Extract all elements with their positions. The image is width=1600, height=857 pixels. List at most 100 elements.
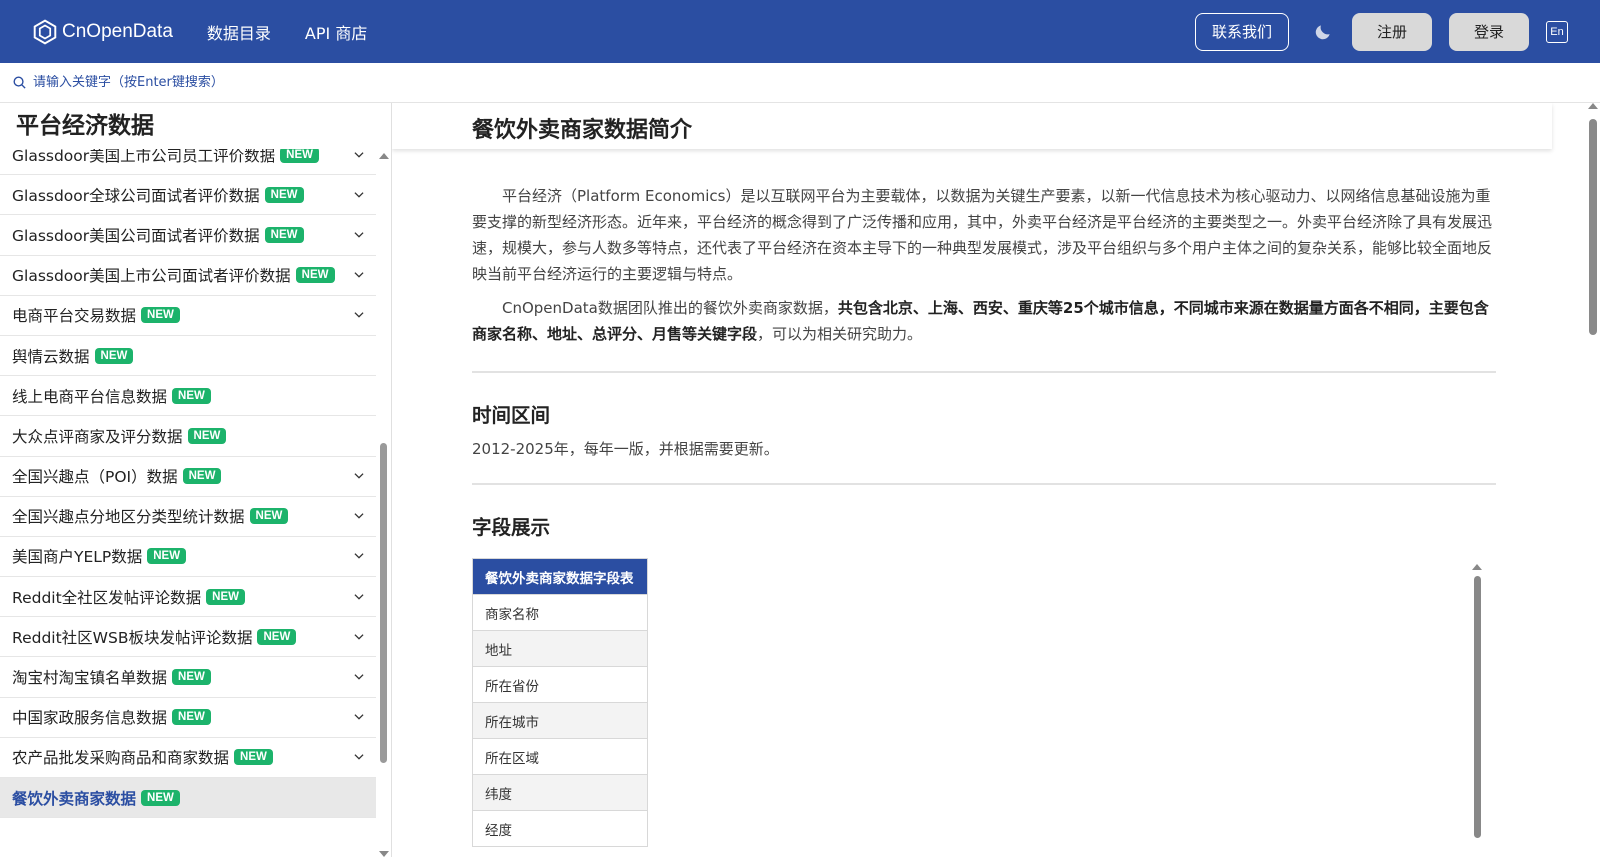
language-toggle-icon[interactable]: En	[1546, 20, 1568, 43]
main-header: 餐饮外卖商家数据简介	[392, 103, 1552, 149]
search-input[interactable]	[33, 75, 433, 90]
sidebar-item-label: 舆情云数据	[12, 347, 90, 366]
contact-us-button[interactable]: 联系我们	[1194, 12, 1289, 51]
sidebar-item-label: 大众点评商家及评分数据	[12, 427, 183, 446]
chevron-down-icon[interactable]	[352, 509, 366, 523]
sidebar-item-label: 全国兴趣点分地区分类型统计数据	[12, 508, 245, 527]
table-cell: 经度	[472, 810, 648, 847]
new-badge: NEW	[141, 789, 180, 806]
table-scrollbar[interactable]	[1472, 564, 1482, 838]
top-nav: CnOpenData 数据目录 API 商店 联系我们 注册 登录 En	[0, 0, 1600, 63]
table-row: 所在区域	[472, 738, 648, 775]
divider	[472, 371, 1496, 373]
sidebar-item[interactable]: Glassdoor美国公司面试者评价数据 NEW	[0, 215, 376, 256]
new-badge: NEW	[141, 307, 180, 324]
sidebar-item-label: Glassdoor美国公司面试者评价数据	[12, 226, 260, 245]
sidebar-item-label: Glassdoor美国上市公司面试者评价数据	[12, 267, 291, 286]
hexagon-logo-icon	[33, 18, 57, 45]
chevron-down-icon[interactable]	[352, 750, 366, 764]
table-cell: 所在省份	[472, 666, 648, 703]
chevron-down-icon[interactable]	[352, 590, 366, 604]
summary-text-end: ，可以为相关研究助力。	[757, 325, 923, 343]
table-row: 纬度	[472, 774, 648, 811]
sidebar-item-label: Reddit全社区发帖评论数据	[12, 588, 202, 607]
field-table: 餐饮外卖商家数据字段表 商家名称 地址 所在省份 所在城市 所在区域 纬度 经度	[472, 558, 648, 847]
new-badge: NEW	[182, 468, 222, 485]
table-cell: 地址	[472, 630, 648, 667]
sidebar-item[interactable]: 淘宝村淘宝镇名单数据 NEW	[0, 657, 376, 698]
sidebar-item-label: 线上电商平台信息数据	[12, 387, 168, 406]
divider	[472, 483, 1496, 485]
sidebar-item[interactable]: Reddit社区WSB板块发帖评论数据 NEW	[0, 617, 376, 658]
sidebar-title: 平台经济数据	[16, 111, 376, 149]
new-badge: NEW	[147, 548, 187, 565]
chevron-down-icon[interactable]	[352, 469, 366, 483]
page-scrollbar[interactable]	[1586, 103, 1600, 857]
table-row: 经度	[472, 810, 648, 847]
sidebar-item[interactable]: 电商平台交易数据 NEW	[0, 296, 376, 336]
scroll-up-arrow-icon[interactable]	[379, 153, 389, 159]
sidebar-item[interactable]: 农产品批发采购商品和商家数据 NEW	[0, 738, 376, 778]
table-row: 所在省份	[472, 666, 648, 703]
sidebar-scrollbar[interactable]	[378, 153, 390, 857]
table-scroll-thumb[interactable]	[1474, 576, 1481, 838]
sidebar-scroll-thumb[interactable]	[380, 443, 387, 763]
sidebar-item[interactable]: 大众点评商家及评分数据 NEW	[0, 416, 376, 457]
chevron-down-icon[interactable]	[352, 268, 366, 282]
sidebar-item[interactable]: Reddit全社区发帖评论数据 NEW	[0, 577, 376, 618]
chevron-down-icon[interactable]	[352, 228, 366, 242]
page-scroll-thumb[interactable]	[1589, 119, 1597, 335]
page-scroll-up-icon[interactable]	[1588, 103, 1598, 109]
sidebar-item[interactable]: 餐饮外卖商家数据 NEW	[0, 778, 376, 819]
new-badge: NEW	[94, 347, 134, 364]
main-content: 餐饮外卖商家数据简介 平台经济（Platform Economics）是以互联网…	[392, 103, 1600, 857]
table-scroll-up-icon[interactable]	[1472, 564, 1482, 570]
time-range-text: 2012-2025年，每年一版，并根据需要更新。	[472, 440, 779, 458]
moon-icon[interactable]	[1311, 20, 1335, 44]
logo-text: CnOpenData	[62, 20, 173, 42]
page-title: 餐饮外卖商家数据简介	[472, 118, 693, 143]
sidebar-item-label: Reddit社区WSB板块发帖评论数据	[12, 628, 253, 647]
nav-link-data-catalog[interactable]: 数据目录	[207, 20, 271, 44]
sidebar-item[interactable]: Glassdoor全球公司面试者评价数据 NEW	[0, 175, 376, 216]
summary-paragraph: CnOpenData数据团队推出的餐饮外卖商家数据，共包含北京、上海、西安、重庆…	[472, 295, 1496, 347]
sidebar-item[interactable]: 舆情云数据 NEW	[0, 336, 376, 377]
sidebar-item-label: Glassdoor全球公司面试者评价数据	[12, 186, 260, 205]
chevron-down-icon[interactable]	[352, 308, 366, 322]
chevron-down-icon[interactable]	[352, 188, 366, 202]
logo[interactable]: CnOpenData	[32, 18, 173, 45]
scroll-down-arrow-icon[interactable]	[379, 851, 389, 857]
field-table-container: 餐饮外卖商家数据字段表 商家名称 地址 所在省份 所在城市 所在区域 纬度 经度	[472, 558, 1496, 847]
section-title-fields: 字段展示	[472, 516, 551, 539]
new-badge: NEW	[234, 749, 273, 766]
sidebar-item[interactable]: 美国商户YELP数据 NEW	[0, 537, 376, 578]
sidebar-item[interactable]: 中国家政服务信息数据 NEW	[0, 698, 376, 738]
sidebar: 平台经济数据 Glassdoor美国上市公司员工评价数据 NEW Glassdoor…	[0, 103, 392, 857]
search-icon	[13, 76, 26, 89]
login-button[interactable]: 登录	[1449, 12, 1529, 51]
new-badge: NEW	[249, 508, 289, 525]
table-row: 地址	[472, 630, 648, 667]
sidebar-item-label: 餐饮外卖商家数据	[12, 789, 137, 808]
intro-paragraph: 平台经济（Platform Economics）是以互联网平台为主要载体，以数据…	[472, 187, 1493, 283]
new-badge: NEW	[172, 669, 211, 686]
sidebar-item[interactable]: Glassdoor美国上市公司面试者评价数据 NEW	[0, 256, 376, 296]
new-badge: NEW	[264, 186, 304, 203]
chevron-down-icon[interactable]	[352, 630, 366, 644]
new-badge: NEW	[172, 387, 211, 404]
sidebar-item[interactable]: 全国兴趣点分地区分类型统计数据 NEW	[0, 497, 376, 537]
sidebar-item[interactable]: 全国兴趣点（POI）数据 NEW	[0, 457, 376, 497]
nav-link-api-store[interactable]: API 商店	[305, 20, 367, 44]
chevron-down-icon[interactable]	[352, 710, 366, 724]
register-button[interactable]: 注册	[1352, 12, 1432, 51]
sidebar-item-label: 淘宝村淘宝镇名单数据	[12, 669, 168, 688]
table-row: 商家名称	[472, 594, 648, 631]
search-bar	[0, 63, 1600, 103]
chevron-down-icon[interactable]	[352, 148, 366, 162]
table-header: 餐饮外卖商家数据字段表	[472, 558, 648, 595]
new-badge: NEW	[257, 628, 297, 645]
chevron-down-icon[interactable]	[352, 549, 366, 563]
sidebar-item[interactable]: 线上电商平台信息数据 NEW	[0, 376, 376, 417]
section-title-time-range: 时间区间	[472, 404, 551, 427]
chevron-down-icon[interactable]	[352, 670, 366, 684]
